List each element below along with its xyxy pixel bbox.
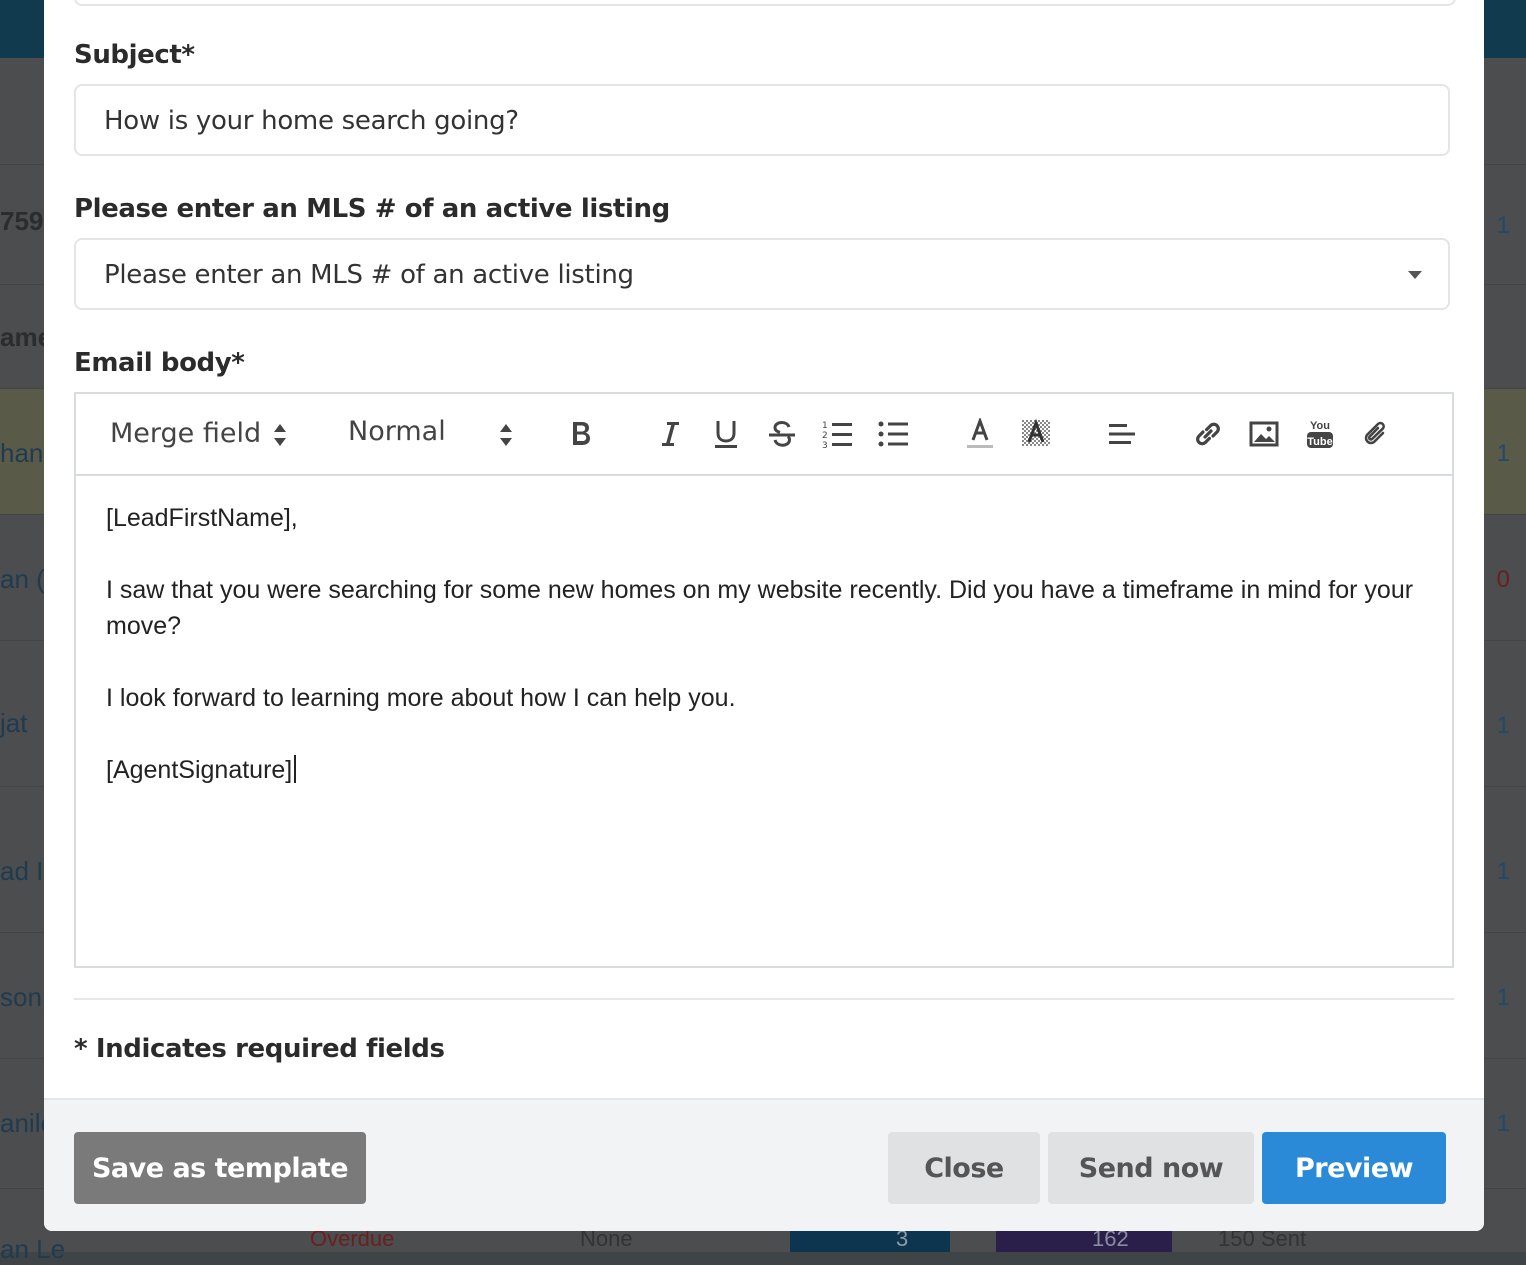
svg-text:Tube: Tube [1307,436,1332,448]
background-value: 1 [1496,212,1510,239]
background-value: 1 [1496,984,1510,1011]
attachment-button[interactable] [1356,414,1396,454]
svg-text:3: 3 [822,441,828,449]
required-fields-note: * Indicates required fields [74,1034,445,1064]
text-color-button[interactable] [960,414,1000,454]
align-left-icon [1109,424,1135,444]
svg-text:You: You [1310,420,1330,432]
image-button[interactable] [1244,414,1284,454]
signature-text: [AgentSignature] [106,756,293,784]
highlight-color-button[interactable] [1016,414,1056,454]
svg-text:2: 2 [822,431,828,441]
modal-footer: Save as template Close Send now Preview [44,1098,1484,1231]
merge-field-select[interactable]: Merge field [96,394,306,474]
close-button[interactable]: Close [888,1132,1040,1204]
signature-line: [AgentSignature] [106,752,1426,788]
mls-select[interactable]: Please enter an MLS # of an active listi… [74,238,1450,310]
bold-button[interactable] [562,414,602,454]
email-body-editor: Merge field Normal 123 You Tube [LeadFir… [74,392,1454,968]
background-value: 1 [1496,858,1510,885]
previous-field [74,0,1456,6]
updown-icon [274,424,286,446]
text-color-icon [967,418,993,448]
background-value: 0 [1496,566,1510,593]
mls-placeholder: Please enter an MLS # of an active listi… [104,260,634,290]
text-cursor [294,755,297,783]
youtube-icon: You Tube [1307,420,1333,448]
strikethrough-icon [769,420,795,447]
underline-icon [715,421,737,448]
body-paragraph: I saw that you were searching for some n… [106,576,1414,640]
link-button[interactable] [1188,414,1228,454]
subject-label: Subject* [74,40,195,70]
underline-button[interactable] [706,414,746,454]
image-icon [1249,421,1279,447]
text-style-select[interactable]: Normal [336,394,526,474]
highlight-color-icon [1022,418,1050,446]
send-now-button[interactable]: Send now [1048,1132,1254,1204]
strikethrough-button[interactable] [762,414,802,454]
editor-content[interactable]: [LeadFirstName], I saw that you were sea… [106,500,1426,788]
bullet-list-button[interactable] [874,414,914,454]
chevron-down-icon [1408,271,1422,279]
background-text: 759 [0,206,44,236]
background-text: son [0,982,42,1012]
background-text: han [0,438,44,468]
greeting-line: [LeadFirstName], [106,504,298,532]
background-email-badge [996,1231,1172,1252]
background-text: an Le [0,1234,66,1264]
save-as-template-button[interactable]: Save as template [74,1132,366,1204]
divider [74,998,1454,1000]
compose-email-modal: Subject* How is your home search going? … [44,0,1484,1231]
background-text: ad I [0,856,44,886]
body-paragraph: I look forward to learning more about ho… [106,684,736,712]
background-value: 1 [1496,712,1510,739]
updown-icon [500,424,512,446]
background-value: 1 [1496,1110,1510,1137]
preview-button[interactable]: Preview [1262,1132,1446,1204]
attachment-icon [1364,421,1385,445]
bold-icon [573,422,590,445]
email-body-label: Email body* [74,348,245,378]
text-style-label: Normal [348,416,446,447]
link-icon [1196,422,1220,446]
background-call-badge [790,1231,950,1252]
ordered-list-button[interactable]: 123 [818,414,858,454]
ordered-list-icon: 123 [822,421,852,449]
italic-icon [662,422,679,446]
background-value: 1 [1496,440,1510,467]
background-text: jat [0,708,28,738]
youtube-button[interactable]: You Tube [1300,414,1340,454]
subject-input[interactable]: How is your home search going? [74,84,1450,156]
merge-field-label: Merge field [110,418,262,449]
bullet-list-icon [878,421,908,447]
editor-toolbar: Merge field Normal 123 You Tube [76,394,1452,476]
svg-text:1: 1 [822,421,828,431]
background-text: an ( [0,564,45,594]
mls-label: Please enter an MLS # of an active listi… [74,194,670,224]
italic-button[interactable] [650,414,690,454]
subject-value: How is your home search going? [104,106,519,136]
align-button[interactable] [1102,414,1142,454]
